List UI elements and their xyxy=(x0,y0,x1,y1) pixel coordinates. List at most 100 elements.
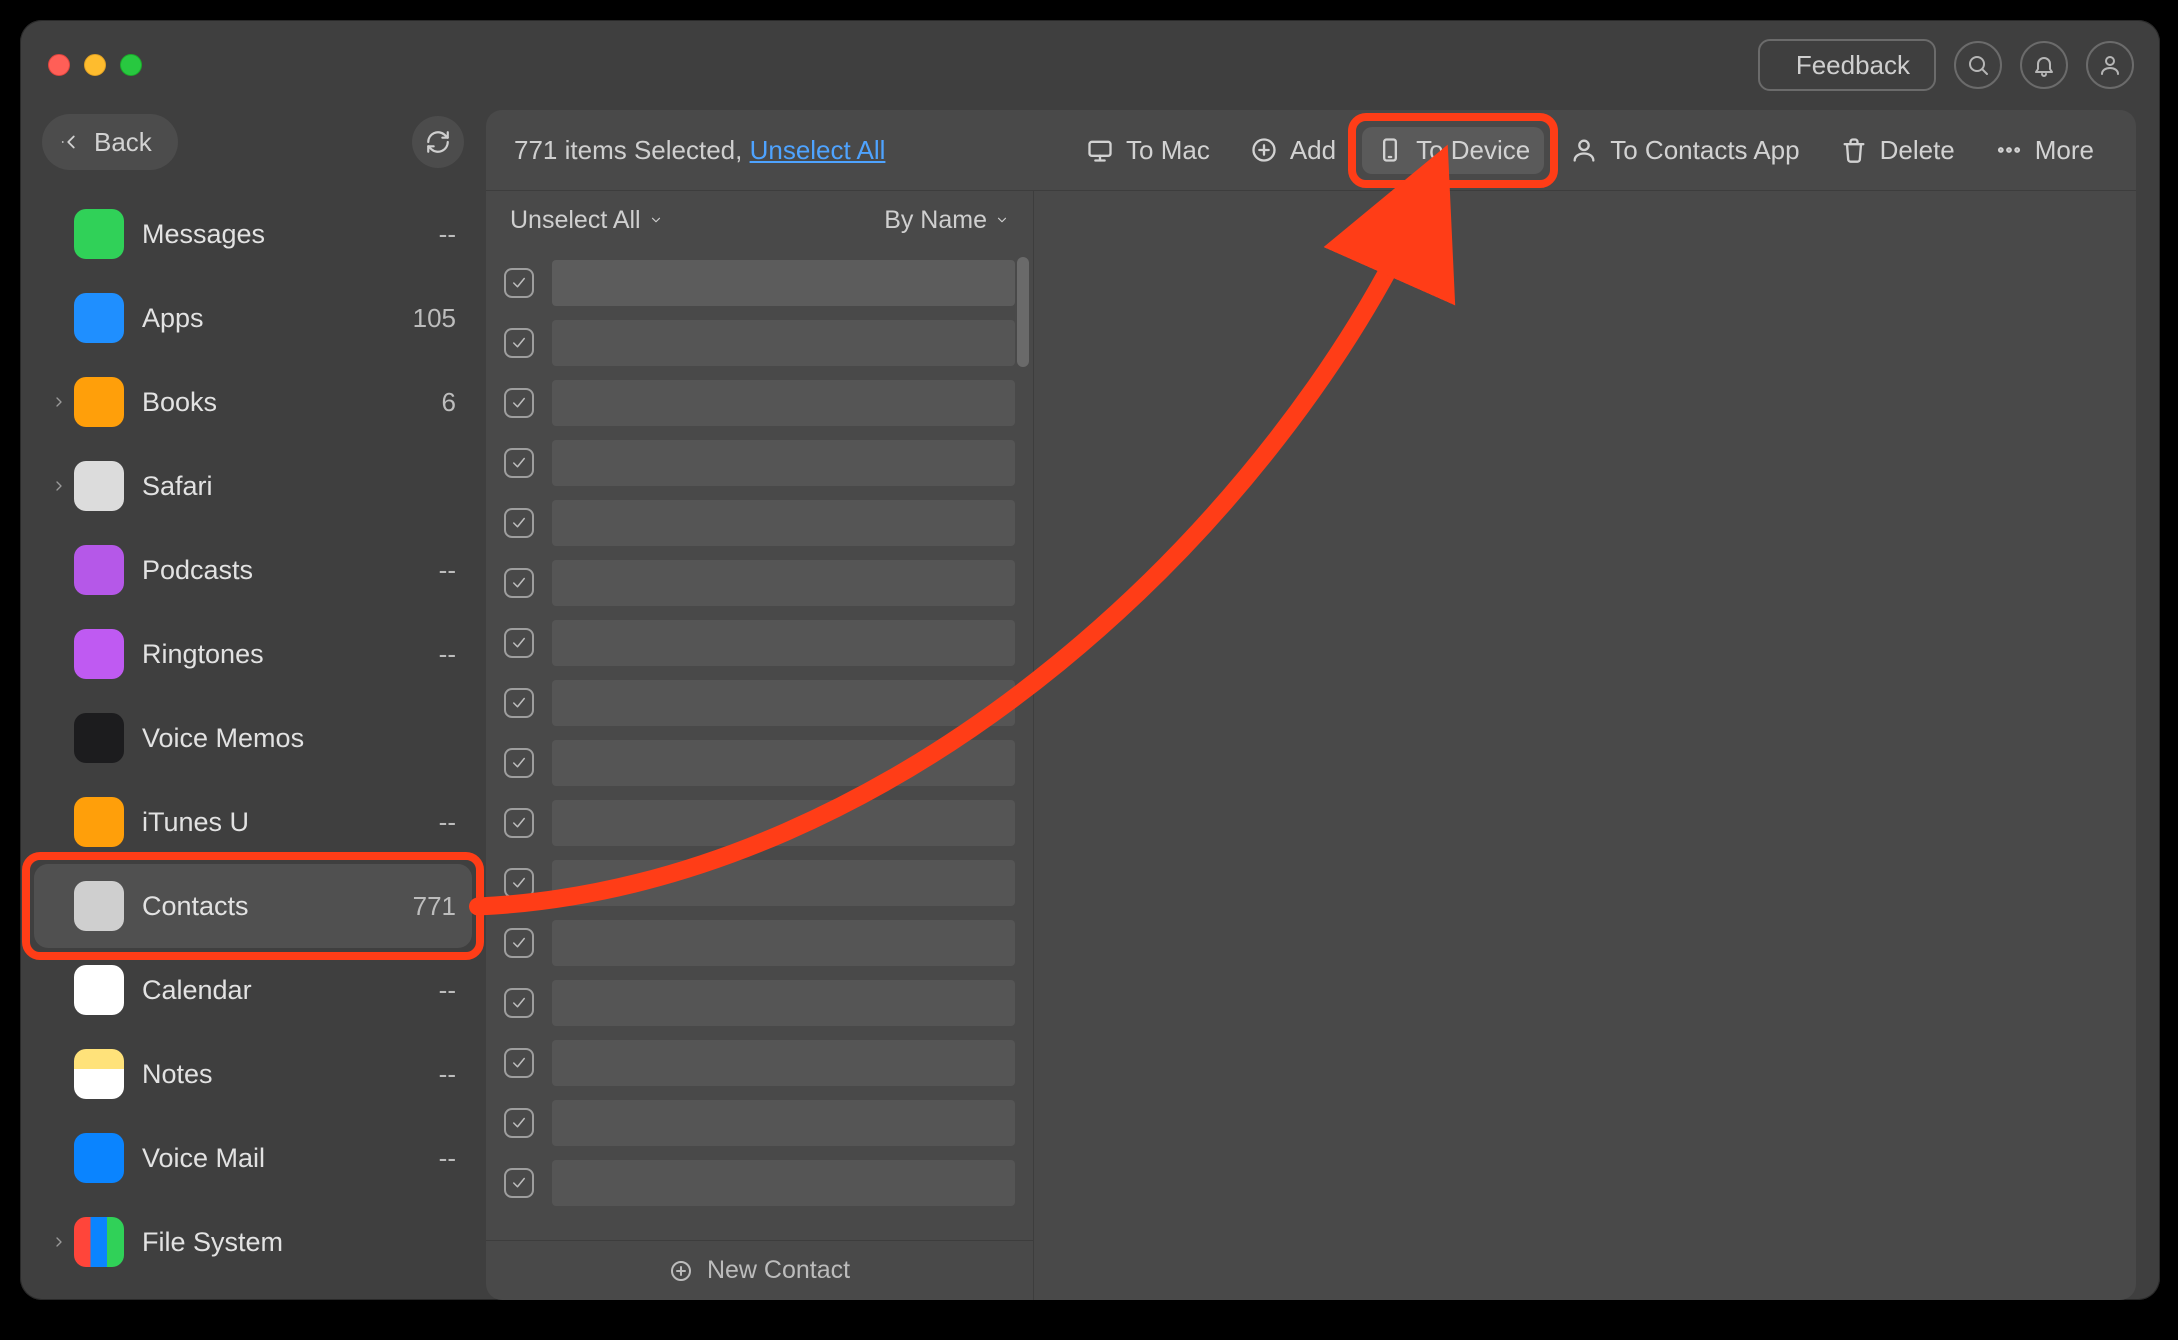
titlebar: Feedback xyxy=(20,20,2160,110)
sidebar-item-label: Safari xyxy=(142,471,213,502)
row-checkbox[interactable] xyxy=(504,748,534,778)
back-label: Back xyxy=(94,127,152,158)
window-controls xyxy=(48,54,142,76)
sidebar-item-ringtones[interactable]: Ringtones-- xyxy=(34,612,472,696)
sidebar-item-label: Ringtones xyxy=(142,639,264,670)
itunesu-app-icon xyxy=(74,797,124,847)
contact-row[interactable] xyxy=(486,313,1033,373)
add-button[interactable]: Add xyxy=(1236,127,1350,174)
sidebar-item-label: Messages xyxy=(142,219,265,250)
sidebar-item-contacts[interactable]: Contacts771 xyxy=(34,864,472,948)
row-checkbox[interactable] xyxy=(504,688,534,718)
sidebar-item-messages[interactable]: Messages-- xyxy=(34,192,472,276)
delete-button[interactable]: Delete xyxy=(1826,127,1969,174)
feedback-button[interactable]: Feedback xyxy=(1758,39,1936,91)
sidebar-item-calendar[interactable]: Calendar-- xyxy=(34,948,472,1032)
sidebar-item-label: Voice Memos xyxy=(142,723,304,754)
sidebar-item-count: -- xyxy=(439,555,456,586)
row-checkbox[interactable] xyxy=(504,808,534,838)
books-app-icon xyxy=(74,377,124,427)
sidebar-item-apps[interactable]: Apps105 xyxy=(34,276,472,360)
notifications-button[interactable] xyxy=(2020,41,2068,89)
contact-row[interactable] xyxy=(486,373,1033,433)
contact-row[interactable] xyxy=(486,973,1033,1033)
row-checkbox[interactable] xyxy=(504,1168,534,1198)
apps-app-icon xyxy=(74,293,124,343)
contact-row[interactable] xyxy=(486,1093,1033,1153)
more-icon xyxy=(1995,136,2023,164)
row-checkbox[interactable] xyxy=(504,568,534,598)
row-checkbox[interactable] xyxy=(504,388,534,418)
contact-row[interactable] xyxy=(486,433,1033,493)
sidebar-item-label: iTunes U xyxy=(142,807,249,838)
to-device-icon xyxy=(1376,136,1404,164)
contact-row[interactable] xyxy=(486,673,1033,733)
contact-name-redacted xyxy=(552,1160,1015,1206)
row-checkbox[interactable] xyxy=(504,628,534,658)
sidebar-item-filesystem[interactable]: File System xyxy=(34,1200,472,1284)
toolbar: 771 items Selected, Unselect All To Mac … xyxy=(486,110,2136,190)
contact-row[interactable] xyxy=(486,913,1033,973)
sidebar-item-count: 6 xyxy=(442,387,456,418)
contact-row[interactable] xyxy=(486,553,1033,613)
list-scrollbar[interactable] xyxy=(1017,257,1029,367)
sidebar-item-notes[interactable]: Notes-- xyxy=(34,1032,472,1116)
sidebar-item-safari[interactable]: Safari xyxy=(34,444,472,528)
row-checkbox[interactable] xyxy=(504,868,534,898)
contact-row[interactable] xyxy=(486,493,1033,553)
to-device-button[interactable]: To Device xyxy=(1362,127,1544,174)
row-checkbox[interactable] xyxy=(504,928,534,958)
safari-app-icon xyxy=(74,461,124,511)
sidebar-item-voicememos[interactable]: Voice Memos xyxy=(34,696,472,780)
new-contact-button[interactable]: New Contact xyxy=(486,1240,1033,1300)
contact-name-redacted xyxy=(552,440,1015,486)
row-checkbox[interactable] xyxy=(504,508,534,538)
sidebar-item-itunesu[interactable]: iTunes U -- xyxy=(34,780,472,864)
contact-row[interactable] xyxy=(486,1033,1033,1093)
row-checkbox[interactable] xyxy=(504,268,534,298)
back-button[interactable]: Back xyxy=(42,114,178,170)
minimize-window-button[interactable] xyxy=(84,54,106,76)
sidebar-item-label: Calendar xyxy=(142,975,252,1006)
notes-app-icon xyxy=(74,1049,124,1099)
sidebar-item-podcasts[interactable]: Podcasts-- xyxy=(34,528,472,612)
search-button[interactable] xyxy=(1954,41,2002,89)
contact-name-redacted xyxy=(552,740,1015,786)
sidebar-item-voicemail[interactable]: Voice Mail-- xyxy=(34,1116,472,1200)
plus-circle-icon xyxy=(669,1259,693,1283)
row-checkbox[interactable] xyxy=(504,448,534,478)
refresh-button[interactable] xyxy=(412,116,464,168)
contact-row[interactable] xyxy=(486,793,1033,853)
to-mac-button[interactable]: To Mac xyxy=(1072,127,1224,174)
close-window-button[interactable] xyxy=(48,54,70,76)
arrow-left-icon xyxy=(60,131,82,153)
sidebar-item-label: File System xyxy=(142,1227,283,1258)
sidebar-item-count: -- xyxy=(439,807,456,838)
contact-detail-column xyxy=(1034,191,2136,1300)
row-checkbox[interactable] xyxy=(504,328,534,358)
feedback-label: Feedback xyxy=(1796,50,1910,81)
row-checkbox[interactable] xyxy=(504,1108,534,1138)
filesystem-app-icon xyxy=(74,1217,124,1267)
more-button[interactable]: More xyxy=(1981,127,2108,174)
account-button[interactable] xyxy=(2086,41,2134,89)
select-dropdown[interactable]: Unselect All xyxy=(510,206,663,235)
refresh-icon xyxy=(425,129,451,155)
to-contacts-app-button[interactable]: To Contacts App xyxy=(1556,127,1813,174)
sidebar-item-label: Books xyxy=(142,387,217,418)
content-panel: 771 items Selected, Unselect All To Mac … xyxy=(486,110,2136,1300)
row-checkbox[interactable] xyxy=(504,988,534,1018)
contact-name-redacted xyxy=(552,920,1015,966)
chevron-right-icon xyxy=(44,1234,74,1250)
contact-row[interactable] xyxy=(486,613,1033,673)
contact-row[interactable] xyxy=(486,1153,1033,1213)
row-checkbox[interactable] xyxy=(504,1048,534,1078)
contact-row[interactable] xyxy=(486,253,1033,313)
zoom-window-button[interactable] xyxy=(120,54,142,76)
unselect-all-link[interactable]: Unselect All xyxy=(750,135,886,165)
contact-row[interactable] xyxy=(486,733,1033,793)
contact-row[interactable] xyxy=(486,853,1033,913)
sort-dropdown[interactable]: By Name xyxy=(884,206,1009,235)
contact-name-redacted xyxy=(552,980,1015,1026)
sidebar-item-books[interactable]: Books 6 xyxy=(34,360,472,444)
